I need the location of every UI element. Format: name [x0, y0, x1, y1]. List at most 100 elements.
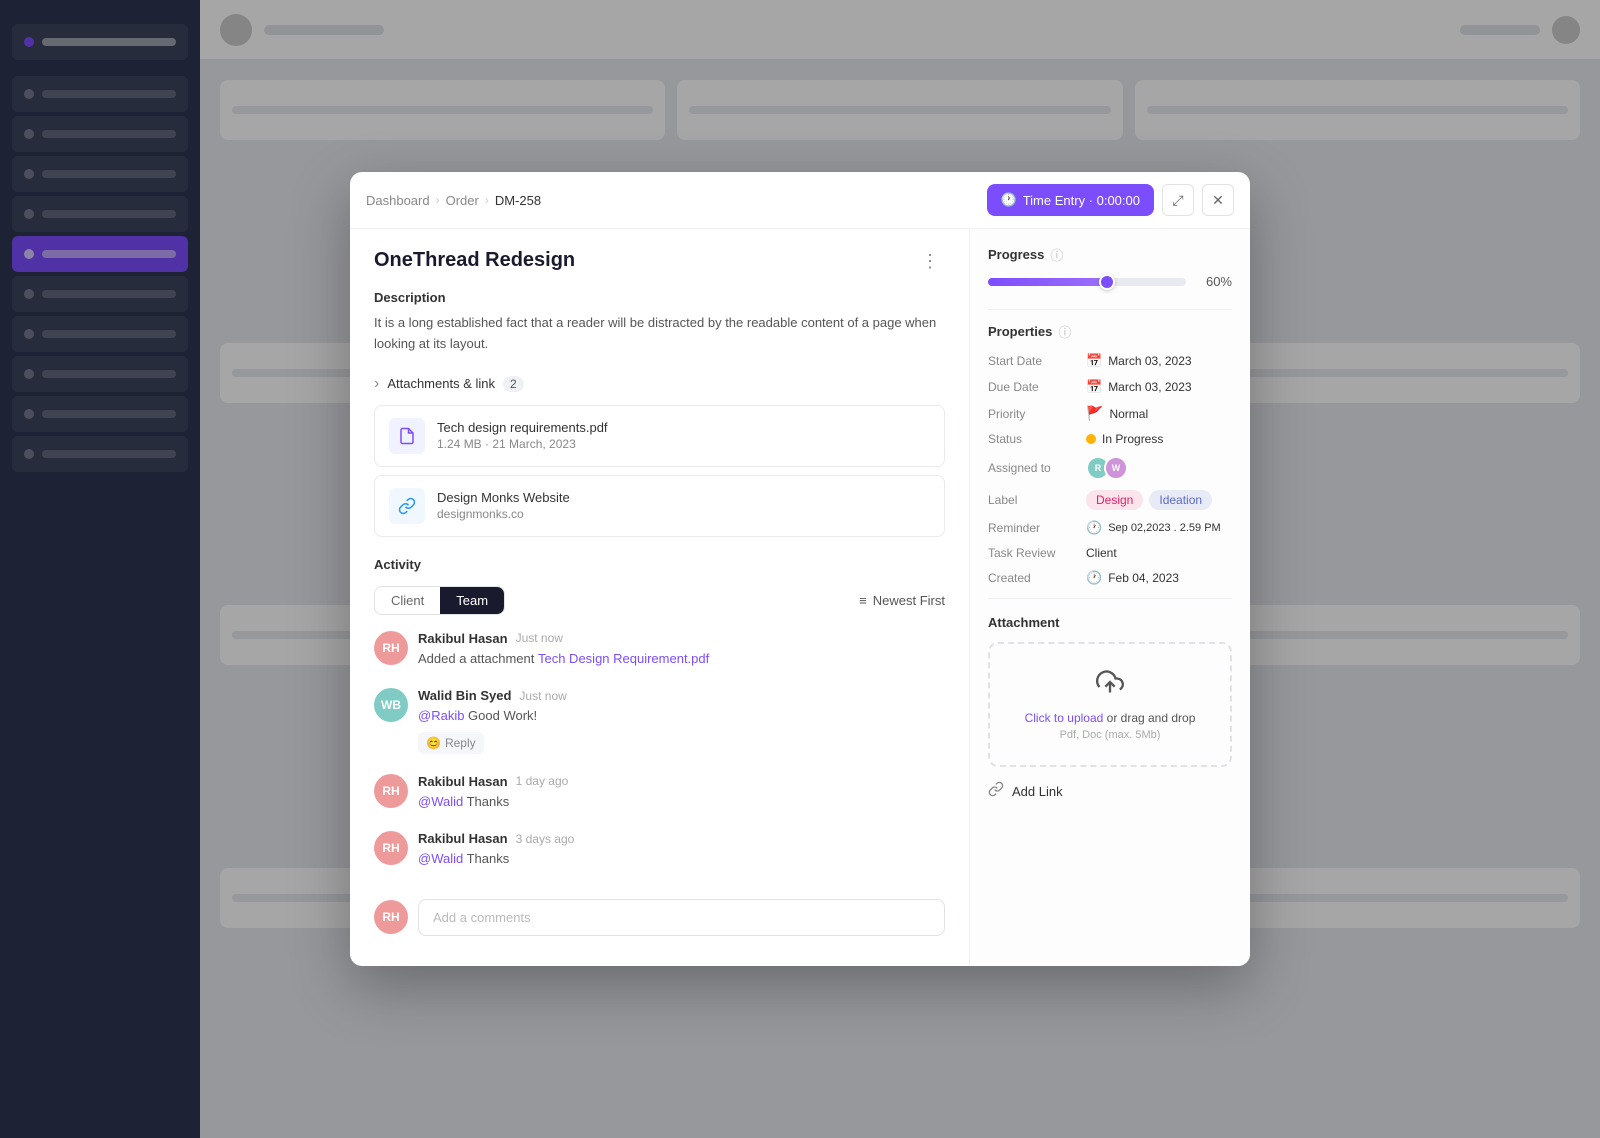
prop-val-assigned[interactable]: R W	[1086, 456, 1128, 480]
prop-val-status[interactable]: In Progress	[1086, 432, 1163, 446]
prop-key-priority: Priority	[988, 407, 1078, 421]
comment-input-row: RH	[374, 889, 945, 946]
avatar-rakibul-3: RH	[374, 831, 408, 865]
sort-icon: ≡	[859, 593, 867, 608]
attachments-header[interactable]: › Attachments & link 2	[374, 375, 945, 393]
prop-due-date: Due Date 📅 March 03, 2023	[988, 379, 1232, 395]
clock-icon-reminder: 🕐	[1086, 520, 1102, 536]
prop-assigned: Assigned to R W	[988, 456, 1232, 480]
prop-val-task-review[interactable]: Client	[1086, 546, 1117, 560]
close-icon: ✕	[1212, 192, 1224, 209]
comment-4-text: @Walid Thanks	[418, 849, 945, 869]
properties-header: Properties ⓘ	[988, 322, 1232, 341]
progress-info-icon: ⓘ	[1050, 245, 1063, 264]
comment-2-header: Walid Bin Syed Just now	[418, 688, 945, 703]
attachment-section-label: Attachment	[988, 615, 1232, 630]
comment-1-attachment: Tech Design Requirement.pdf	[538, 651, 709, 666]
prop-val-priority[interactable]: 🚩 Normal	[1086, 405, 1148, 422]
comment-4-time: 3 days ago	[516, 832, 575, 846]
add-link-button[interactable]: Add Link	[988, 781, 1063, 802]
description-text: It is a long established fact that a rea…	[374, 313, 945, 355]
comment-4-mention: @Walid	[418, 851, 463, 866]
upload-link[interactable]: Click to upload	[1025, 711, 1104, 725]
comment-1-header: Rakibul Hasan Just now	[418, 631, 945, 646]
flag-icon: 🚩	[1086, 405, 1103, 422]
tab-team[interactable]: Team	[440, 587, 504, 614]
sort-button[interactable]: ≡ Newest First	[859, 593, 945, 608]
comment-1-content: Rakibul Hasan Just now Added a attachmen…	[418, 631, 945, 669]
prop-val-created[interactable]: 🕐 Feb 04, 2023	[1086, 570, 1179, 586]
comment-input[interactable]	[418, 899, 945, 936]
comment-2-content: Walid Bin Syed Just now @Rakib Good Work…	[418, 688, 945, 754]
activity-tabs-row: Client Team ≡ Newest First	[374, 586, 945, 615]
comment-3: RH Rakibul Hasan 1 day ago @Walid Thanks	[374, 774, 945, 812]
properties-section: Properties ⓘ Start Date 📅 March 03, 2023	[988, 322, 1232, 586]
progress-bar-container: 60%	[988, 274, 1232, 289]
close-button[interactable]: ✕	[1202, 184, 1234, 216]
calendar-icon-due: 📅	[1086, 379, 1102, 395]
prop-val-label[interactable]: Design Ideation	[1086, 490, 1212, 510]
properties-info-icon: ⓘ	[1058, 322, 1071, 341]
assignee-avatar-2: W	[1104, 456, 1128, 480]
attachments-label: Attachments & link	[387, 376, 495, 391]
right-panel: Progress ⓘ 60% Properties	[970, 229, 1250, 966]
task-title-row: OneThread Redesign ⋮	[374, 249, 945, 274]
tab-group: Client Team	[374, 586, 505, 615]
breadcrumb-id: DM-258	[495, 193, 541, 208]
prop-key-label: Label	[988, 493, 1078, 507]
expand-button[interactable]: ⤢	[1162, 184, 1194, 216]
time-entry-button[interactable]: 🕐 Time Entry · 0:00:00	[987, 184, 1154, 216]
progress-bar-track[interactable]	[988, 278, 1186, 286]
progress-thumb	[1099, 274, 1115, 290]
prop-val-reminder[interactable]: 🕐 Sep 02,2023 . 2.59 PM	[1086, 520, 1221, 536]
upload-area[interactable]: Click to upload or drag and drop Pdf, Do…	[988, 642, 1232, 767]
description-label: Description	[374, 290, 945, 305]
comment-2-author: Walid Bin Syed	[418, 688, 511, 703]
upload-hint: Pdf, Doc (max. 5Mb)	[1006, 729, 1214, 741]
comment-4: RH Rakibul Hasan 3 days ago @Walid Thank…	[374, 831, 945, 869]
clock-icon-created: 🕐	[1086, 570, 1102, 586]
comment-1-author: Rakibul Hasan	[418, 631, 508, 646]
link-name: Design Monks Website	[437, 490, 570, 505]
comment-3-time: 1 day ago	[516, 774, 569, 788]
comment-4-header: Rakibul Hasan 3 days ago	[418, 831, 945, 846]
add-link-label: Add Link	[1012, 784, 1063, 799]
prop-key-due: Due Date	[988, 380, 1078, 394]
attachment-pdf[interactable]: Tech design requirements.pdf 1.24 MB · 2…	[374, 405, 945, 467]
progress-percentage: 60%	[1196, 274, 1232, 289]
prop-key-assigned: Assigned to	[988, 461, 1078, 475]
prop-val-due[interactable]: 📅 March 03, 2023	[1086, 379, 1192, 395]
progress-section: Progress ⓘ 60%	[988, 245, 1232, 289]
prop-val-start[interactable]: 📅 March 03, 2023	[1086, 353, 1192, 369]
reply-button[interactable]: 😊 Reply	[418, 732, 484, 754]
avatar-walid: WB	[374, 688, 408, 722]
breadcrumb-order[interactable]: Order	[446, 193, 479, 208]
tab-client[interactable]: Client	[375, 587, 440, 614]
comment-2: WB Walid Bin Syed Just now @Rakib Good W…	[374, 688, 945, 754]
prop-key-start: Start Date	[988, 354, 1078, 368]
comment-3-mention: @Walid	[418, 794, 463, 809]
progress-bar-fill	[988, 278, 1107, 286]
comment-3-text: @Walid Thanks	[418, 792, 945, 812]
task-modal: Dashboard › Order › DM-258 🕐 Time Entry …	[350, 172, 1250, 966]
avatar-rakibul-2: RH	[374, 774, 408, 808]
attachment-link[interactable]: Design Monks Website designmonks.co	[374, 475, 945, 537]
divider-1	[988, 309, 1232, 310]
attachments-chevron: ›	[374, 375, 379, 393]
prop-task-review: Task Review Client	[988, 546, 1232, 560]
prop-key-task-review: Task Review	[988, 546, 1078, 560]
label-chip-ideation[interactable]: Ideation	[1149, 490, 1212, 510]
label-chip-design[interactable]: Design	[1086, 490, 1143, 510]
avatar-rakibul-1: RH	[374, 631, 408, 665]
prop-key-created: Created	[988, 571, 1078, 585]
task-title: OneThread Redesign	[374, 249, 575, 272]
link-icon	[389, 488, 425, 524]
breadcrumb-dashboard[interactable]: Dashboard	[366, 193, 430, 208]
expand-icon: ⤢	[1172, 192, 1183, 209]
attachments-count: 2	[503, 376, 524, 392]
calendar-icon-start: 📅	[1086, 353, 1102, 369]
activity-section: Activity Client Team ≡ Newest	[374, 557, 945, 946]
left-panel: OneThread Redesign ⋮ Description It is a…	[350, 229, 970, 966]
more-options-button[interactable]: ⋮	[915, 249, 945, 274]
progress-label: Progress	[988, 247, 1044, 262]
